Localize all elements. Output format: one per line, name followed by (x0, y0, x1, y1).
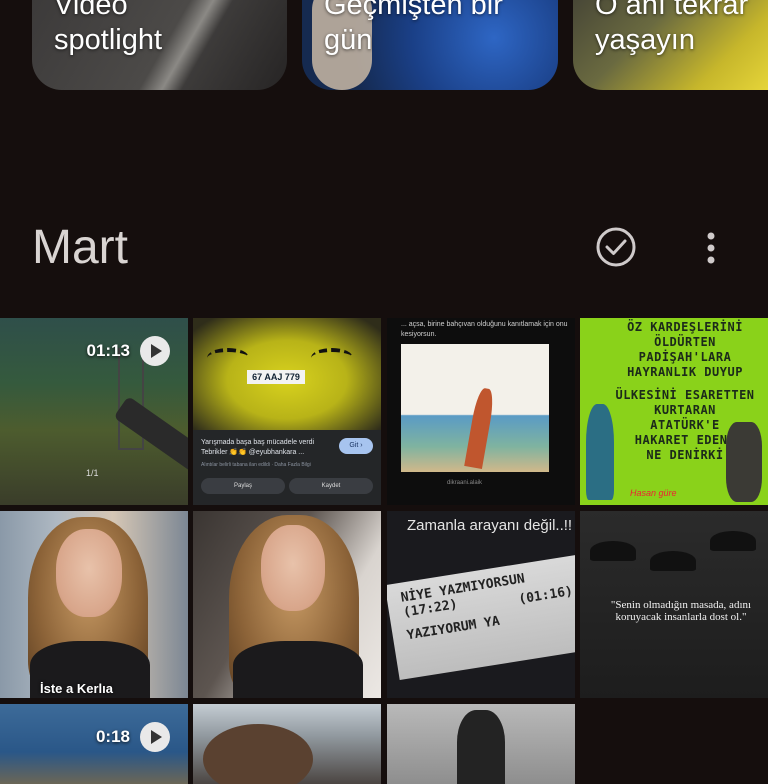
poster-signature: Hasan güre (630, 488, 677, 498)
photo-thumbnail-poster[interactable]: ÖZ KARDEŞLERİNİ ÖLDÜRTEN PADİŞAH'LARA HA… (580, 318, 768, 505)
photo-thumbnail-portrait[interactable] (193, 511, 381, 698)
more-vertical-icon (707, 232, 715, 264)
video-duration-badge: 0:18 (96, 722, 170, 752)
share-button: Paylaş (201, 478, 285, 494)
photo-thumbnail[interactable] (193, 704, 381, 784)
face-shape (56, 529, 122, 617)
month-heading: Mart (32, 221, 128, 274)
memory-card-day-from-past[interactable]: Geçmişten bir gün (302, 0, 558, 90)
video-thumbnail-game[interactable]: 1/1 01:13 (0, 318, 188, 505)
license-plate: 67 AAJ 779 (247, 370, 305, 384)
play-icon (140, 336, 170, 366)
play-icon (140, 722, 170, 752)
goto-button: Git › (339, 438, 373, 454)
eyelash-decoration (311, 348, 353, 368)
poster-line: PADİŞAH'LARA (638, 350, 732, 364)
poster-line: ÜLKESİNİ ESARETTEN (615, 388, 755, 402)
memory-card-label: O anı tekrar yaşayın (595, 0, 749, 56)
painting-caption: dikraani.alaik (447, 480, 483, 486)
figure-shape (586, 404, 614, 500)
video-thumbnail-sea[interactable]: 0:18 (0, 704, 188, 784)
check-circle-icon (596, 227, 636, 267)
hat-shape (650, 551, 696, 571)
video-duration-badge: 01:13 (87, 336, 170, 366)
photo-grid: 1/1 01:13 67 AAJ 779 Yarışmada başa baş … (0, 318, 768, 784)
message-sign: NİYE YAZMIYORSUN (17:22) (01:16) YAZIYOR… (387, 553, 575, 681)
painting-text: ... açsa, birine bahçıvan olduğunu kanıt… (401, 321, 568, 338)
eyelash-decoration (207, 348, 249, 368)
memory-card-video-spotlight[interactable]: Video spotlight (32, 0, 287, 90)
sign-line: YAZIYORUM YA (405, 613, 501, 644)
memory-card-label: Geçmişten bir gün (324, 0, 503, 56)
poster-line: KURTARAN (654, 403, 716, 417)
tree-shape (464, 387, 496, 469)
poster-line: ÖLDÜRTEN (654, 335, 716, 349)
photo-thumbnail-painting[interactable]: ... açsa, birine bahçıvan olduğunu kanıt… (387, 318, 575, 505)
video-duration: 0:18 (95, 727, 130, 746)
car-image: 67 AAJ 779 (193, 318, 381, 430)
hat-shape (590, 541, 636, 561)
hat-shape (710, 531, 756, 551)
post-text: Yarışmada başa baş mücadele verdi Tebrik… (201, 439, 315, 456)
post-subtext: Alıntılar belirli tabana ilan edildi · D… (201, 462, 311, 468)
memory-card-relive-moment[interactable]: O anı tekrar yaşayın (573, 0, 768, 90)
photo-thumbnail-wolf[interactable] (387, 704, 575, 784)
painting-image (401, 344, 549, 472)
photo-thumbnail-car[interactable]: 67 AAJ 779 Yarışmada başa baş mücadele v… (193, 318, 381, 505)
photo-thumbnail-quote[interactable]: "Senin olmadığın masada, adını koruyacak… (580, 511, 768, 698)
photo-thumbnail-portrait[interactable]: İste a Kerlıa (0, 511, 188, 698)
video-duration: 01:13 (86, 341, 130, 360)
memories-carousel: Video spotlight Geçmişten bir gün O anı … (0, 0, 768, 90)
poster-line: HAYRANLIK DUYUP (627, 365, 743, 379)
save-button: Kaydet (289, 478, 373, 494)
photo-thumbnail-text[interactable]: Zamanla arayanı değil..!! NİYE YAZMIYORS… (387, 511, 575, 698)
select-month-button[interactable] (594, 225, 638, 269)
text-tile-title: Zamanla arayanı değil..!! (407, 517, 573, 534)
memory-card-label: Video spotlight (54, 0, 163, 56)
face-shape (261, 525, 325, 611)
poster-line: ÖZ KARDEŞLERİNİ (627, 320, 743, 334)
post-panel: Yarışmada başa baş mücadele verdi Tebrik… (193, 430, 381, 505)
quote-text: "Senin olmadığın masada, adını koruyacak… (610, 599, 752, 623)
shirt-shape (233, 641, 363, 698)
frame-counter: 1/1 (86, 468, 99, 478)
figure-shape (726, 422, 762, 502)
more-options-button[interactable] (696, 226, 726, 270)
photo-tag-text: İste a Kerlıa (40, 681, 113, 696)
